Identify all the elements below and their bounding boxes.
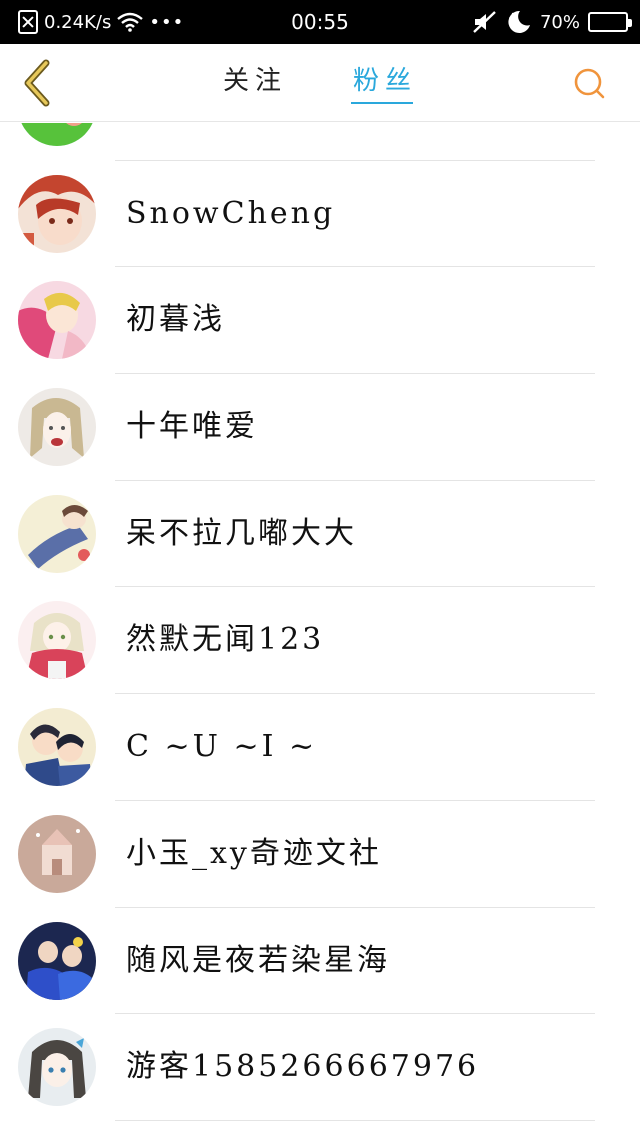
list-item[interactable]: 初暮浅 — [0, 267, 640, 375]
tab-bar: 关注 粉丝 — [0, 44, 640, 122]
tab-followers[interactable]: 粉丝 — [350, 44, 417, 122]
battery-icon — [588, 12, 632, 32]
battery-percent: 70% — [539, 11, 580, 33]
avatar — [18, 921, 96, 1000]
list-item[interactable]: C ~U ~I ~ — [0, 694, 640, 801]
avatar — [18, 601, 96, 680]
status-bar: 0.24K/s ••• 00:55 70% — [0, 0, 640, 44]
follower-name: C ~U ~I ~ — [126, 729, 318, 765]
follower-name: ﹏﹏茶楼ㄚ爱╯ — [126, 123, 345, 160]
follower-name: 然默无闻123 — [126, 622, 325, 658]
row-divider — [115, 1119, 595, 1121]
list-item[interactable]: ﹏﹏茶楼ㄚ爱╯ — [0, 123, 640, 161]
follower-name: 十年唯爱 — [126, 409, 258, 445]
muted-icon — [473, 11, 496, 33]
search-icon — [574, 68, 605, 99]
avatar — [18, 708, 96, 787]
list-item[interactable]: 随风是夜若染星海 — [0, 908, 640, 1015]
follower-name: SnowCheng — [126, 195, 336, 231]
tab-following[interactable]: 关注 — [223, 44, 287, 122]
follower-name: 游客1585266667976 — [126, 1049, 480, 1085]
follower-name: 初暮浅 — [126, 302, 225, 338]
list-item[interactable]: 呆不拉几嘟大大 — [0, 481, 640, 588]
followers-list: ﹏﹏茶楼ㄚ爱╯ SnowCheng — [0, 123, 640, 1138]
avatar — [18, 494, 96, 573]
search-button[interactable] — [568, 62, 612, 106]
follower-name: 小玉_xy奇迹文社 — [126, 835, 382, 871]
list-item[interactable]: SnowCheng — [0, 161, 640, 268]
avatar — [18, 123, 96, 146]
avatar — [18, 281, 96, 360]
list-item[interactable]: 游客1585266667976 — [0, 1014, 640, 1121]
avatar — [18, 1028, 96, 1107]
avatar — [18, 174, 96, 253]
nav-bar: 关注 粉丝 — [0, 44, 640, 122]
list-item[interactable]: 小玉_xy奇迹文社 — [0, 801, 640, 908]
avatar — [18, 814, 96, 893]
follower-name: 随风是夜若染星海 — [126, 942, 390, 978]
do-not-disturb-icon — [508, 10, 530, 33]
avatar — [18, 388, 96, 467]
list-item[interactable]: 然默无闻123 — [0, 587, 640, 695]
list-item[interactable]: 十年唯爱 — [0, 374, 640, 481]
follower-name: 呆不拉几嘟大大 — [126, 515, 357, 551]
